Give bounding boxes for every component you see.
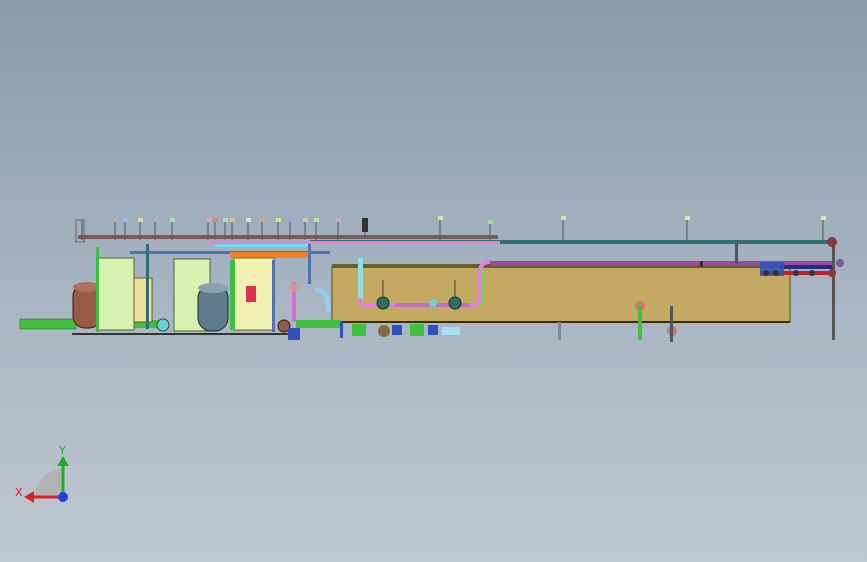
triad-z-axis bbox=[58, 492, 68, 502]
tank-riser-cyan bbox=[358, 258, 363, 300]
pump-brown-1[interactable] bbox=[378, 325, 390, 337]
pump-blue-2[interactable] bbox=[428, 325, 438, 335]
pump-green-2[interactable] bbox=[410, 324, 424, 336]
header-pipe-pink bbox=[210, 241, 500, 244]
cyan-bend bbox=[314, 287, 331, 312]
triad-x-label: X bbox=[15, 486, 23, 499]
axis-triad: Y X bbox=[15, 444, 69, 503]
red-instrument[interactable] bbox=[246, 286, 256, 302]
under-tank-pumps[interactable] bbox=[340, 322, 561, 340]
triad-base bbox=[35, 469, 63, 497]
tank-body bbox=[331, 265, 791, 323]
green-trunk bbox=[296, 320, 341, 328]
header-pipe-cyan bbox=[215, 244, 310, 247]
equipment-panel-1b bbox=[133, 277, 153, 323]
process-tank[interactable] bbox=[331, 264, 791, 323]
header-pipe-navy bbox=[780, 265, 835, 269]
header-pipe-brown bbox=[78, 235, 498, 239]
equipment-panel-1[interactable] bbox=[97, 257, 135, 331]
pump-cyan[interactable] bbox=[442, 327, 460, 335]
end-valve-top[interactable] bbox=[827, 237, 837, 247]
header-pipe-orange bbox=[230, 252, 310, 258]
tank-valve-2[interactable] bbox=[429, 299, 437, 307]
inlet-pipe-green bbox=[19, 318, 77, 330]
blue-pump[interactable] bbox=[288, 328, 300, 340]
pump-green-1[interactable] bbox=[352, 324, 366, 336]
pump-1[interactable] bbox=[156, 318, 170, 332]
tank-valve-3[interactable] bbox=[448, 296, 462, 310]
pump-blue-1[interactable] bbox=[392, 325, 402, 335]
tank-valve-1[interactable] bbox=[376, 296, 390, 310]
triad-y-label: Y bbox=[58, 444, 66, 457]
left-skid[interactable] bbox=[19, 244, 300, 335]
end-valve-mid[interactable] bbox=[836, 259, 844, 267]
end-valve-low[interactable] bbox=[828, 269, 836, 277]
cad-viewport[interactable]: Y X bbox=[0, 0, 867, 562]
